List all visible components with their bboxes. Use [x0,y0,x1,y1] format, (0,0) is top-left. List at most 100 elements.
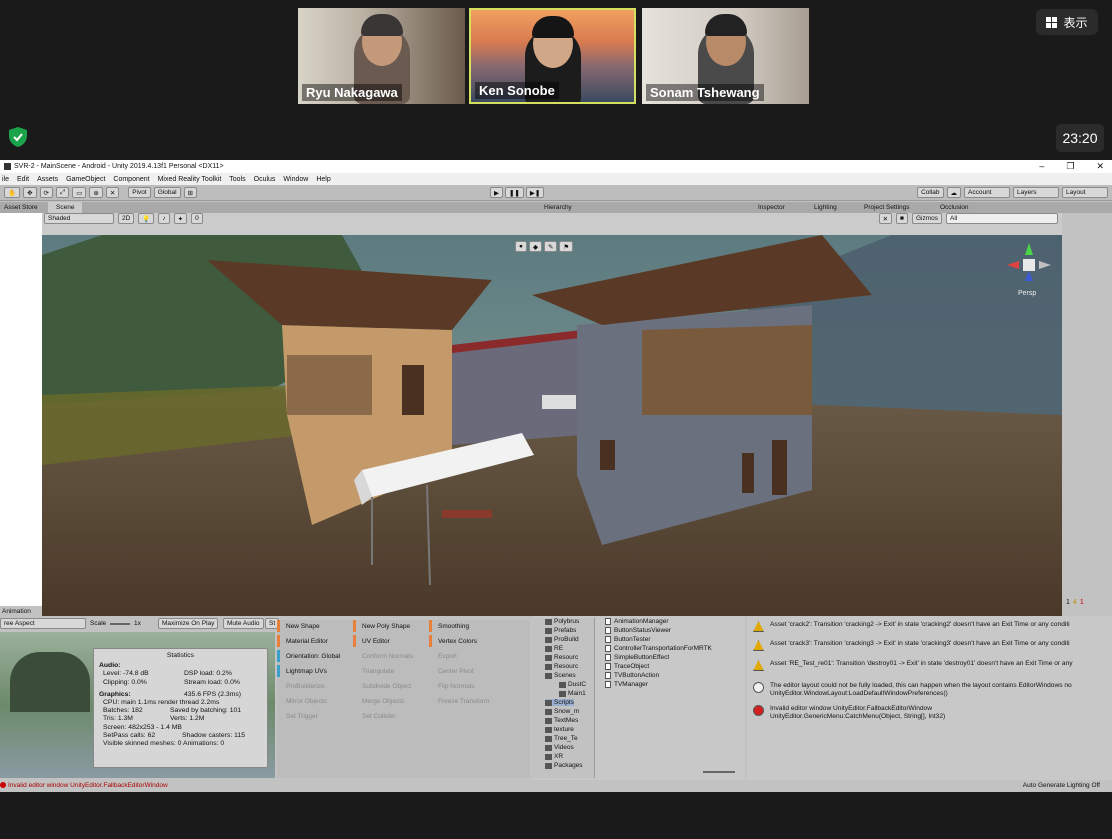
cloud-icon[interactable]: ☁ [946,187,961,198]
tab-occlusion[interactable]: Occlusion [940,204,969,211]
projection-label[interactable]: Persp [1018,290,1036,297]
project-folder-item[interactable]: Tree_Te [545,735,578,742]
pen-mode-icon[interactable]: ✎ [543,241,558,252]
scene-search-input[interactable]: All [946,213,1058,224]
project-folder-item[interactable]: texture [545,726,574,733]
step-icon[interactable]: ▶❚ [525,187,545,198]
effects-toggle-icon[interactable]: ✦ [173,213,188,224]
participant-tile-active[interactable]: Ken Sonobe [469,8,636,104]
probuilder-action[interactable]: Vertex Colors [429,635,503,647]
flag-mode-icon[interactable]: ⚑ [559,241,574,252]
account-dropdown[interactable]: Account [964,187,1010,198]
aspect-dropdown[interactable]: ree Aspect [0,618,86,629]
probuilder-action[interactable]: Orientation: Global [277,650,351,662]
project-file-item[interactable]: AnimationManager [605,618,669,625]
probuilder-action[interactable]: Lightmap UVs [277,665,351,677]
project-folder-item[interactable]: XR [545,753,563,760]
minimize-icon[interactable]: – [1039,161,1044,172]
lighting-toggle-icon[interactable]: 💡 [138,213,155,224]
select-mode-icon[interactable]: ◆ [528,241,542,252]
layout-dropdown[interactable]: Layout [1062,187,1108,198]
hand-tool-icon[interactable]: ✋ [4,187,21,198]
project-folder-item[interactable]: Snow_m [545,708,579,715]
mode-2d-toggle[interactable]: 2D [118,213,135,224]
warn-count[interactable]: 4 [1073,599,1077,606]
error-count[interactable]: 1 [1080,599,1084,606]
shading-mode-dropdown[interactable]: Shaded [44,213,114,224]
axis-gizmo-icon[interactable] [1005,243,1053,283]
global-button[interactable]: Global [153,187,181,198]
project-folder-item[interactable]: DustC [559,681,586,688]
gizmos-dropdown[interactable]: Gizmos [911,213,942,224]
tab-lighting[interactable]: Lighting [814,204,837,211]
status-message[interactable]: Invalid editor window UnityEditor.Fallba… [8,782,168,789]
scale-slider[interactable] [110,623,130,625]
shield-check-icon[interactable] [9,127,27,147]
tab-inspector[interactable]: Inspector [758,204,785,211]
project-file-item[interactable]: TraceObject [605,663,649,670]
probuilder-action[interactable]: Material Editor [277,635,351,647]
draw-mode-icon[interactable]: ● [515,241,527,252]
game-view[interactable]: Statistics Audio: Level: -74.8 dB DSP loa… [0,632,275,778]
audio-toggle-icon[interactable]: ♪ [158,213,170,224]
console-message[interactable]: Asset 'crack2': Transition 'cracking2 ->… [747,621,1112,632]
show-view-button[interactable]: 表示 [1036,9,1098,35]
project-folder-item[interactable]: TextMes [545,717,578,724]
tab-animation[interactable]: Animation [2,608,31,615]
transform-tool-icon[interactable]: ⊕ [89,187,103,198]
project-file-item[interactable]: SimpleButtonEffect [605,654,669,661]
rotate-tool-icon[interactable]: ⟳ [39,187,53,198]
menu-oculus[interactable]: Oculus [254,176,276,183]
project-file-item[interactable]: TVButtonAction [605,672,659,679]
info-count[interactable]: 1 [1066,599,1070,606]
project-file-item[interactable]: ControllerTransportationForMRTK [605,645,712,652]
pivot-button[interactable]: Pivot [128,187,151,198]
layers-dropdown[interactable]: Layers [1013,187,1059,198]
menu-tools[interactable]: Tools [229,176,245,183]
maximize-on-play-toggle[interactable]: Maximize On Play [158,618,219,629]
menu-assets[interactable]: Assets [37,176,58,183]
scale-tool-icon[interactable]: ⤢ [56,187,70,198]
project-folder-item[interactable]: Packages [545,762,583,769]
project-folder-item[interactable]: Prefabs [545,627,576,634]
menu-window[interactable]: Window [283,176,308,183]
project-file-item[interactable]: TVManager [605,681,648,688]
menu-gameobject[interactable]: GameObject [66,176,105,183]
menu-file[interactable]: ile [2,176,9,183]
project-folder-item[interactable]: Videos [545,744,574,751]
project-folder-item[interactable]: Resourc [545,663,578,670]
menu-component[interactable]: Component [113,176,149,183]
collab-button[interactable]: Collab [917,187,944,198]
probuilder-action[interactable]: UV Editor [353,635,427,647]
participant-tile[interactable]: Ryu Nakagawa [298,8,465,104]
rect-tool-icon[interactable]: ▭ [72,187,87,198]
icon-size-slider[interactable] [703,771,735,773]
project-folder-item[interactable]: Polybrus [545,618,579,625]
play-icon[interactable]: ▶ [489,187,503,198]
maximize-icon[interactable]: ❐ [1066,161,1074,172]
status-lighting[interactable]: Auto Generate Lighting Off [1023,782,1100,789]
close-icon[interactable]: ✕ [1096,161,1104,172]
move-tool-icon[interactable]: ✥ [23,187,37,198]
probuilder-action[interactable]: New Shape [277,620,351,632]
project-folder-item[interactable]: Main1 [559,690,586,697]
hidden-layers-count[interactable]: 0 [191,213,203,224]
pause-icon[interactable]: ❚❚ [504,187,524,198]
console-message[interactable]: Asset 'RE_Test_re01': Transition 'destro… [747,660,1112,671]
scene-tools-icon[interactable]: ✕ [878,213,893,224]
project-folder-item[interactable]: Scenes [545,672,576,679]
console-message[interactable]: The editor layout could not be fully loa… [747,682,1112,698]
probuilder-action[interactable]: New Poly Shape [353,620,427,632]
project-file-item[interactable]: ButtonStatusViewer [605,627,671,634]
menu-mrtk[interactable]: Mixed Reality Toolkit [158,176,222,183]
participant-tile[interactable]: Sonam Tshewang [642,8,809,104]
project-folder-item[interactable]: Resourc [545,654,578,661]
tab-hierarchy[interactable]: Hierarchy [544,204,572,211]
probuilder-action[interactable]: Smoothing [429,620,503,632]
tab-asset-store[interactable]: Asset Store [4,204,38,211]
project-folder-item[interactable]: RE [545,645,563,652]
project-file-item[interactable]: ButtonTester [605,636,651,643]
menu-help[interactable]: Help [316,176,330,183]
tab-scene[interactable]: Scene [48,202,83,213]
tab-project-settings[interactable]: Project Settings [864,204,910,211]
